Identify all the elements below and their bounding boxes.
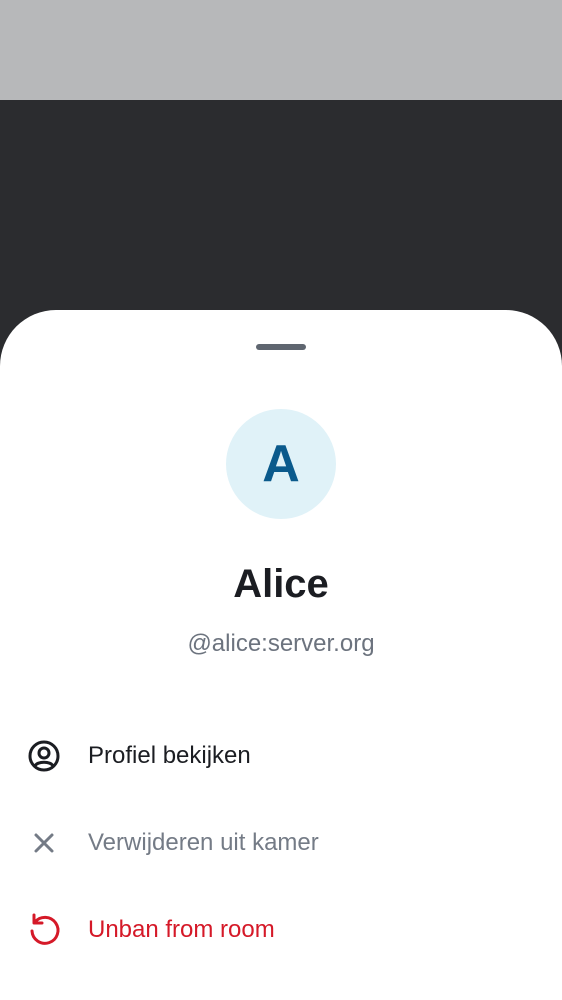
avatar-initial: A [262,435,300,493]
background-scrim[interactable] [0,100,562,310]
user-profile-icon [24,736,64,776]
remove-from-room-button[interactable]: Verwijderen uit kamer [0,800,562,886]
member-bottom-sheet: A Alice @alice:server.org Profiel bekijk… [0,310,562,1000]
close-icon [24,823,64,863]
user-id: @alice:server.org [187,630,375,657]
drag-handle[interactable] [256,344,306,350]
unban-from-room-label: Unban from room [88,916,275,943]
app-screen: A Alice @alice:server.org Profiel bekijk… [0,0,562,1000]
restore-icon [24,910,64,950]
view-profile-button[interactable]: Profiel bekijken [0,713,562,799]
unban-from-room-button[interactable]: Unban from room [0,887,562,973]
view-profile-label: Profiel bekijken [88,742,251,769]
avatar: A [226,409,336,519]
remove-from-room-label: Verwijderen uit kamer [88,829,319,856]
status-bar [0,0,562,100]
user-display-name: Alice [233,562,329,606]
